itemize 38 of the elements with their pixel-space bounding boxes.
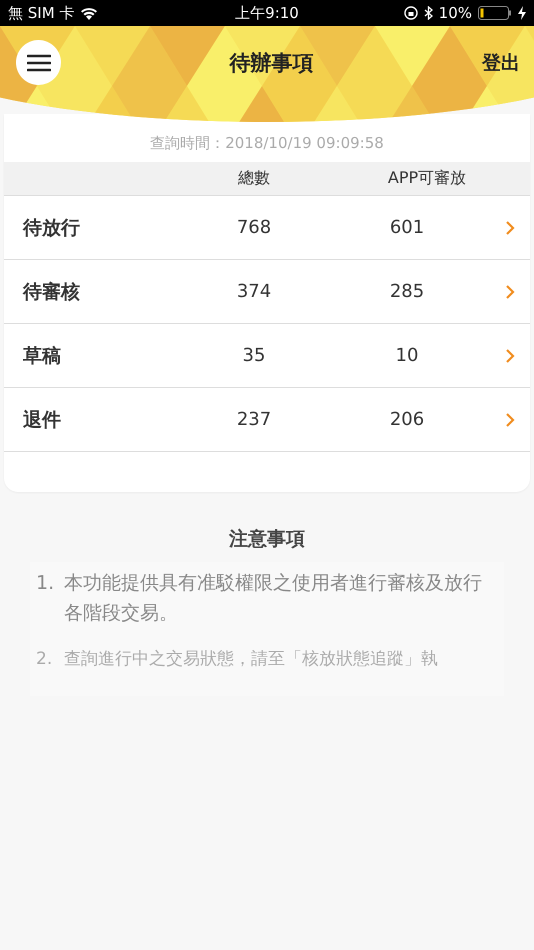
row-label: 待放行: [22, 216, 81, 240]
chevron-right-icon: [505, 220, 515, 236]
chevron-right-icon: [505, 412, 515, 428]
row-label: 待審核: [22, 280, 81, 304]
rotation-lock-icon: [404, 6, 418, 20]
total-count: 768: [236, 217, 272, 238]
item-number: 1.: [36, 571, 56, 596]
wifi-icon: [80, 6, 98, 20]
clock: 上午9:10: [235, 4, 299, 22]
table-row[interactable]: 待放行 768 601: [4, 196, 530, 260]
app-count: 285: [388, 281, 426, 302]
table-row[interactable]: 待審核 374 285: [4, 260, 530, 324]
menu-icon: [26, 54, 50, 72]
chevron-right-icon: [505, 284, 515, 300]
row-label: 退件: [22, 408, 62, 432]
total-count: 237: [236, 409, 272, 430]
app-count: 10: [394, 345, 420, 366]
total-count: 35: [242, 345, 266, 366]
row-label: 草稿: [22, 344, 62, 368]
page-title: 待辦事項: [228, 50, 314, 76]
battery-icon: [478, 6, 512, 20]
app-count: 601: [388, 217, 426, 238]
notes-title: 注意事項: [228, 527, 306, 552]
query-time: 查詢時間：2018/10/19 09:09:58: [149, 134, 385, 154]
charging-icon: [518, 6, 526, 20]
table-row[interactable]: 草稿 35 10: [4, 324, 530, 388]
total-count: 374: [236, 281, 272, 302]
note-text: 查詢進行中之交易狀態，請至「核放狀態追蹤」執: [64, 648, 438, 671]
bluetooth-icon: [424, 6, 433, 20]
column-header: 總數: [237, 168, 271, 189]
column-header: APP可審放: [386, 168, 468, 189]
app-count: 206: [388, 409, 426, 430]
table-row[interactable]: 退件 237 206: [4, 388, 530, 452]
carrier-label: 無 SIM 卡: [8, 4, 74, 22]
item-number: 2.: [36, 648, 54, 671]
chevron-right-icon: [505, 348, 515, 364]
battery-percent: 10%: [438, 4, 472, 22]
note-text: 本功能提供具有准駁權限之使用者進行審核及放行各階段交易。: [64, 571, 483, 626]
